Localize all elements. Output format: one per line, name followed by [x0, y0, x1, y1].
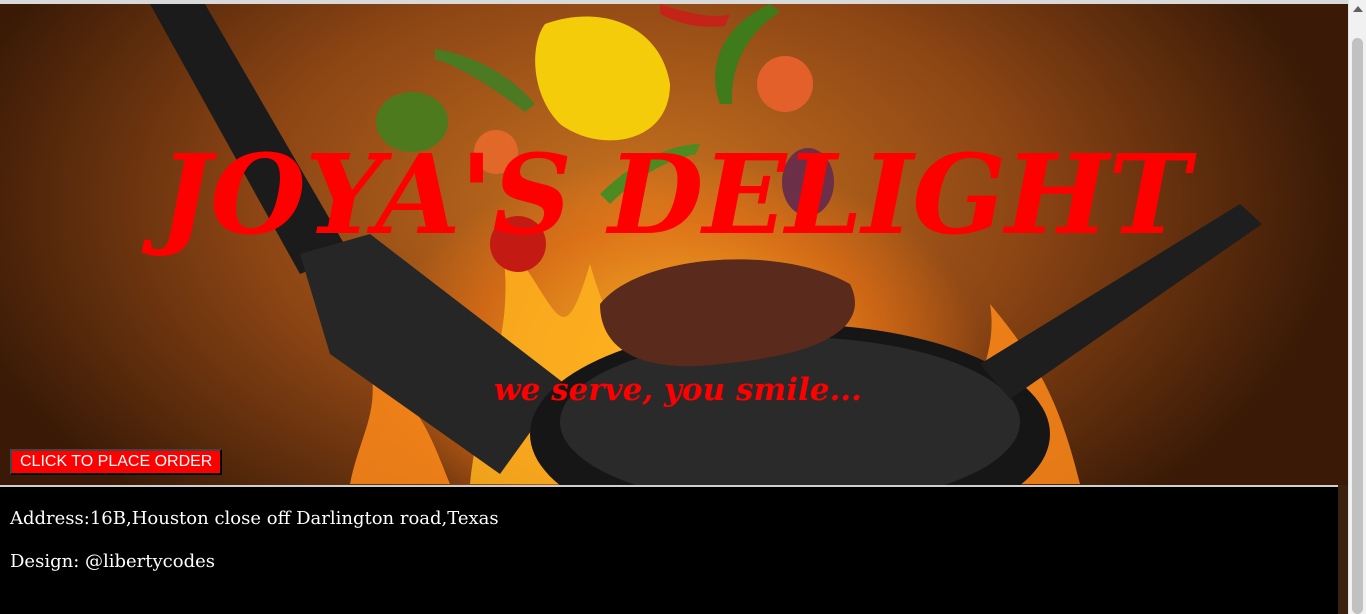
footer: Address:16B,Houston close off Darlington… [0, 485, 1338, 614]
footer-address: Address:16B,Houston close off Darlington… [10, 508, 499, 529]
place-order-button[interactable]: CLICK TO PLACE ORDER [10, 449, 223, 475]
scrollbar-thumb[interactable] [1352, 38, 1363, 614]
brand-title: JOYA'S DELIGHT [159, 130, 1190, 259]
scroll-up-arrow-icon[interactable] [1353, 6, 1363, 12]
vertical-scrollbar[interactable] [1348, 0, 1366, 614]
footer-design-credit: Design: @libertycodes [10, 551, 216, 572]
hero-banner: JOYA'S DELIGHT we serve, you smile... [0, 4, 1348, 485]
tagline: we serve, you smile... [494, 372, 862, 408]
footer-edge [1338, 485, 1348, 614]
